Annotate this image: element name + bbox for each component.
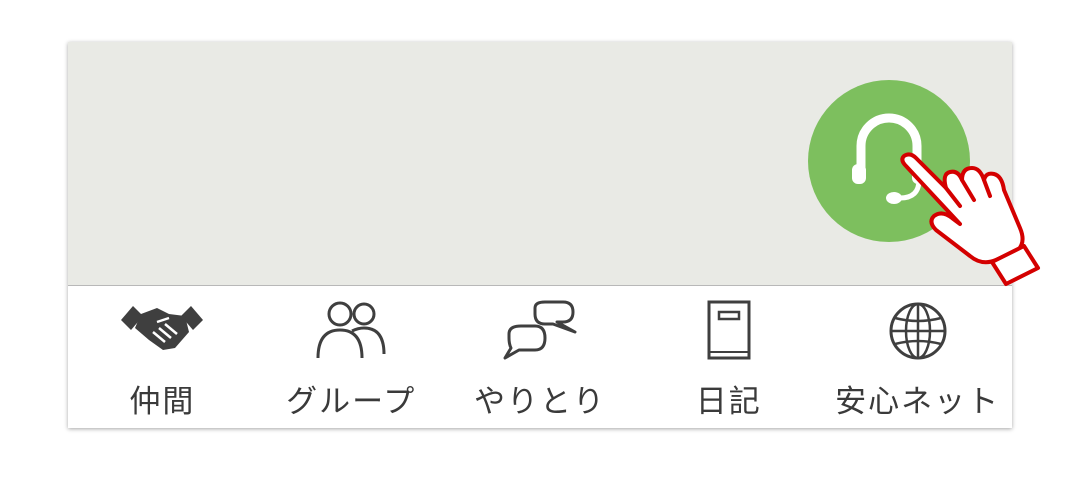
tab-label: やりとり <box>473 384 606 420</box>
bottom-tab-bar: 仲間 グループ やりとり 日記 安心ネット <box>68 286 1012 428</box>
globe-icon <box>873 298 963 364</box>
tab-label: 日記 <box>695 384 762 420</box>
tab-anshin-net[interactable]: 安心ネット <box>823 286 1012 428</box>
tab-label: 仲間 <box>129 384 196 420</box>
chat-bubbles-icon <box>495 298 585 364</box>
headset-icon <box>852 113 926 204</box>
tab-yaritori[interactable]: やりとり <box>446 286 635 428</box>
tab-label: 安心ネット <box>835 384 1001 420</box>
support-fab-button[interactable] <box>808 80 970 242</box>
content-area <box>68 42 1012 286</box>
tab-nakama[interactable]: 仲間 <box>68 286 257 428</box>
tab-label: グループ <box>286 384 417 420</box>
tab-group[interactable]: グループ <box>257 286 446 428</box>
group-people-icon <box>306 298 396 364</box>
handshake-icon <box>117 298 207 364</box>
tab-diary[interactable]: 日記 <box>634 286 823 428</box>
diary-notebook-icon <box>684 298 774 364</box>
app-frame: 仲間 グループ やりとり 日記 安心ネット <box>68 42 1012 428</box>
